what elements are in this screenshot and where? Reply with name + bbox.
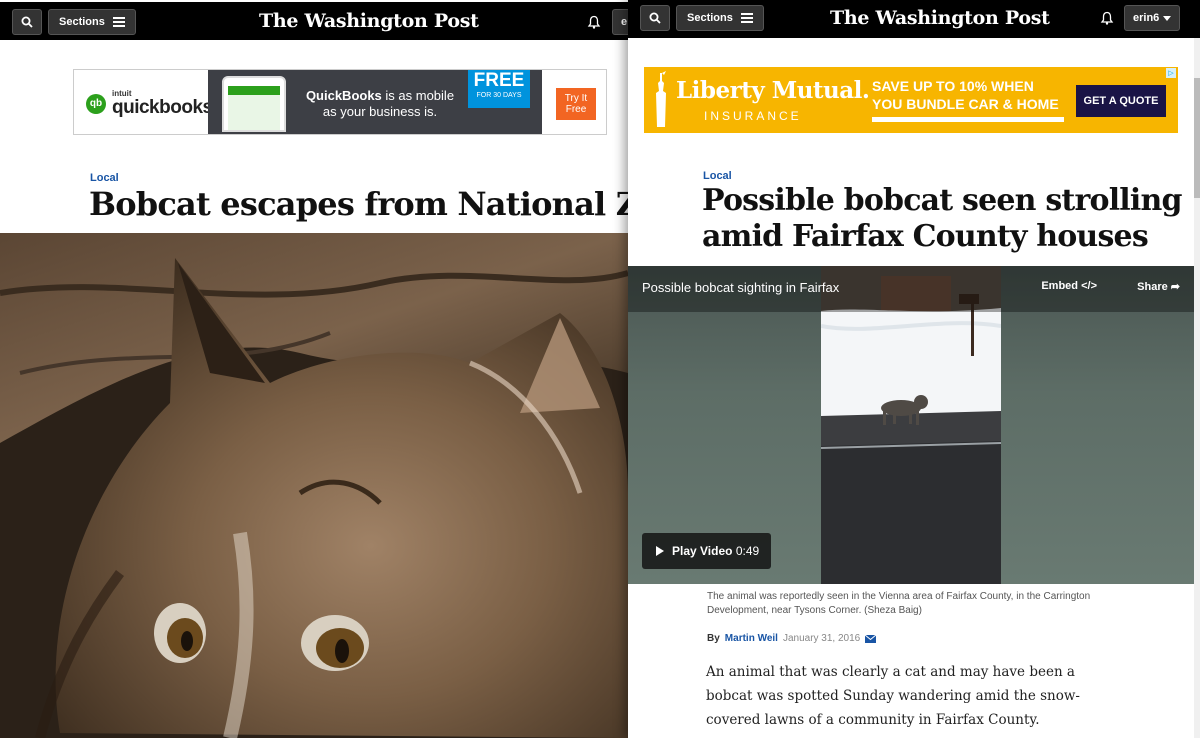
- liberty-mutual-wordmark: Liberty Mutual.: [676, 77, 870, 104]
- sections-button[interactable]: Sections: [676, 5, 764, 31]
- byline: By Martin Weil January 31, 2016: [707, 633, 877, 644]
- right-browser-window: Sections The Washington Post erin6 Liber…: [628, 0, 1200, 738]
- site-header: Sections The Washington Post e: [0, 0, 628, 40]
- article-body: An animal that was clearly a cat and may…: [706, 664, 1080, 728]
- site-header: Sections The Washington Post erin6: [628, 0, 1200, 38]
- embed-button[interactable]: Embed </>: [1041, 280, 1097, 292]
- video-frame: [821, 266, 1001, 584]
- embed-icon: </>: [1081, 280, 1097, 292]
- search-button[interactable]: [12, 9, 42, 35]
- hamburger-icon: [740, 13, 753, 23]
- ad-offer-text: SAVE UP TO 10% WHEN YOU BUNDLE CAR & HOM…: [872, 77, 1059, 113]
- caret-down-icon: [1163, 15, 1172, 21]
- free-duration-label: FOR 30 DAYS: [476, 92, 522, 99]
- author-link[interactable]: Martin Weil: [725, 633, 778, 644]
- free-trial-badge: FREE FOR 30 DAYS: [468, 70, 530, 108]
- statue-of-liberty-logo: [656, 71, 666, 127]
- headline-line-2: amid Fairfax County houses: [702, 219, 1149, 254]
- insurance-label: INSURANCE: [704, 109, 802, 123]
- sections-label: Sections: [59, 16, 105, 28]
- adchoices-icon[interactable]: ▷: [1166, 68, 1176, 78]
- masthead-logo[interactable]: The Washington Post: [259, 10, 479, 32]
- sections-label: Sections: [687, 12, 733, 24]
- video-caption: The animal was reportedly seen in the Vi…: [707, 591, 1091, 616]
- try-it-free-button[interactable]: Try It Free: [556, 88, 596, 120]
- email-icon[interactable]: [865, 634, 877, 643]
- search-button[interactable]: [640, 5, 670, 31]
- article-headline: Bobcat escapes from National Zoo: [89, 185, 628, 223]
- left-browser-window: Sections The Washington Post e qb intuit…: [0, 0, 628, 738]
- article-headline: Possible bobcat seen strolling amid Fair…: [702, 183, 1182, 255]
- free-label: FREE: [473, 70, 525, 91]
- scrollbar[interactable]: [1194, 38, 1200, 738]
- quickbooks-tagline: QuickBooks is as mobile as your business…: [305, 88, 455, 119]
- video-player[interactable]: Possible bobcat sighting in Fairfax Embe…: [628, 266, 1194, 584]
- search-icon: [21, 16, 33, 28]
- quickbooks-ad[interactable]: qb intuit quickbooks. QuickBooks is as m…: [73, 69, 607, 135]
- ad-divider: [872, 117, 1064, 122]
- quickbooks-wordmark: quickbooks.: [112, 97, 218, 118]
- user-label: erin6: [1133, 12, 1160, 24]
- share-button[interactable]: Share ➦: [1137, 280, 1180, 293]
- offer-line-1: SAVE UP TO 10% WHEN: [872, 78, 1034, 94]
- video-title[interactable]: Possible bobcat sighting in Fairfax: [642, 280, 839, 295]
- bell-icon[interactable]: [587, 15, 601, 29]
- user-label: e: [621, 16, 628, 28]
- user-menu-button[interactable]: e: [612, 9, 628, 35]
- video-duration: 0:49: [735, 544, 760, 558]
- share-icon: ➦: [1170, 281, 1180, 293]
- publish-date: January 31, 2016: [782, 633, 861, 644]
- masthead-logo[interactable]: The Washington Post: [830, 7, 1050, 29]
- scrollbar-thumb[interactable]: [1194, 78, 1200, 198]
- offer-line-2: YOU BUNDLE CAR & HOME: [872, 96, 1059, 112]
- headline-line-1: Possible bobcat seen strolling: [702, 183, 1182, 218]
- hamburger-icon: [112, 17, 125, 27]
- bobcat-photo: [0, 233, 628, 738]
- search-icon: [649, 12, 661, 24]
- liberty-mutual-ad[interactable]: Liberty Mutual. INSURANCE SAVE UP TO 10%…: [644, 67, 1178, 133]
- byline-prefix: By: [707, 633, 720, 644]
- quickbooks-logo-icon: qb: [86, 93, 106, 114]
- phone-image: [222, 76, 286, 132]
- section-kicker[interactable]: Local: [703, 170, 732, 182]
- play-video-button[interactable]: Play Video 0:49: [642, 533, 771, 569]
- user-menu-button[interactable]: erin6: [1124, 5, 1181, 31]
- get-a-quote-button[interactable]: GET A QUOTE: [1076, 85, 1166, 117]
- bell-icon[interactable]: [1100, 11, 1114, 25]
- play-icon: [656, 546, 664, 556]
- play-video-label: Play Video: [672, 544, 733, 558]
- quickbooks-logo: qb intuit quickbooks.: [86, 90, 218, 118]
- sections-button[interactable]: Sections: [48, 9, 136, 35]
- section-kicker[interactable]: Local: [90, 172, 119, 184]
- quickbooks-ad-panel: QuickBooks is as mobile as your business…: [208, 70, 542, 134]
